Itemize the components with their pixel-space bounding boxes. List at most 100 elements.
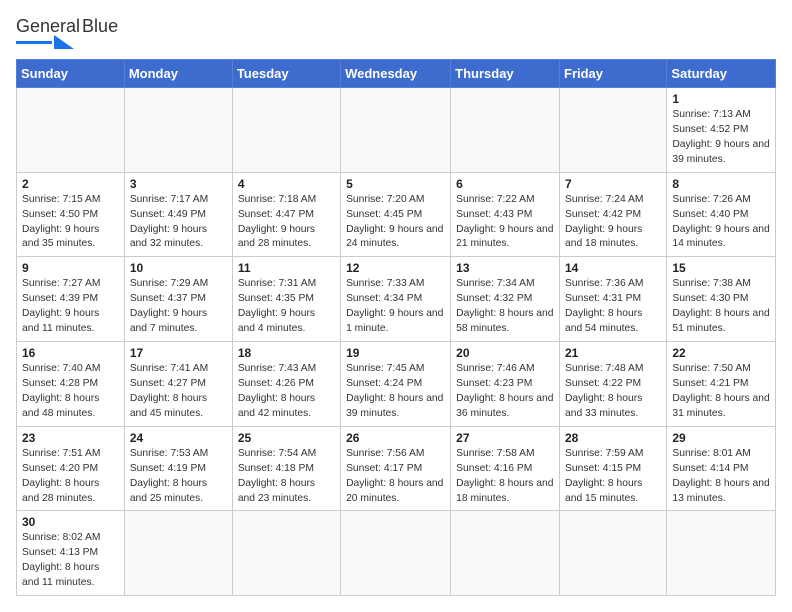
day-info: Sunrise: 7:51 AMSunset: 4:20 PMDaylight:… [22,447,119,507]
day-number: 3 [130,177,227,191]
day-number: 12 [346,261,445,275]
day-cell: 3 Sunrise: 7:17 AMSunset: 4:49 PMDaylight… [124,172,232,257]
day-cell: 9 Sunrise: 7:27 AMSunset: 4:39 PMDaylight… [17,257,125,342]
day-info: Sunrise: 7:34 AMSunset: 4:32 PMDaylight:… [456,277,554,337]
day-info: Sunrise: 7:17 AMSunset: 4:49 PMDaylight:… [130,193,227,253]
day-number: 28 [565,431,661,445]
day-number: 1 [672,92,770,106]
day-number: 5 [346,177,445,191]
day-number: 19 [346,346,445,360]
logo-general: General [16,16,80,37]
day-cell [341,88,451,173]
calendar-body: 1 Sunrise: 7:13 AMSunset: 4:52 PMDaylight… [17,88,776,596]
day-cell: 5 Sunrise: 7:20 AMSunset: 4:45 PMDaylight… [341,172,451,257]
day-number: 7 [565,177,661,191]
day-info: Sunrise: 7:20 AMSunset: 4:45 PMDaylight:… [346,193,445,253]
day-cell: 1 Sunrise: 7:13 AMSunset: 4:52 PMDaylight… [667,88,776,173]
day-number: 23 [22,431,119,445]
day-info: Sunrise: 7:18 AMSunset: 4:47 PMDaylight:… [238,193,335,253]
day-cell: 30 Sunrise: 8:02 AMSunset: 4:13 PMDayligh… [17,511,125,596]
calendar-table: SundayMondayTuesdayWednesdayThursdayFrid… [16,59,776,596]
day-number: 4 [238,177,335,191]
day-info: Sunrise: 7:31 AMSunset: 4:35 PMDaylight:… [238,277,335,337]
header-cell-sunday: Sunday [17,60,125,88]
day-cell [341,511,451,596]
week-row-5: 30 Sunrise: 8:02 AMSunset: 4:13 PMDayligh… [17,511,776,596]
day-number: 6 [456,177,554,191]
day-info: Sunrise: 7:29 AMSunset: 4:37 PMDaylight:… [130,277,227,337]
day-cell: 18 Sunrise: 7:43 AMSunset: 4:26 PMDayligh… [232,342,340,427]
day-cell: 17Sunrise: 7:41 AMSunset: 4:27 PMDayligh… [124,342,232,427]
day-number: 22 [672,346,770,360]
day-cell: 12Sunrise: 7:33 AMSunset: 4:34 PMDayligh… [341,257,451,342]
day-info: Sunrise: 7:43 AMSunset: 4:26 PMDaylight:… [238,362,335,422]
week-row-3: 16 Sunrise: 7:40 AMSunset: 4:28 PMDayligh… [17,342,776,427]
day-info: Sunrise: 7:26 AMSunset: 4:40 PMDaylight:… [672,193,770,253]
day-info: Sunrise: 7:45 AMSunset: 4:24 PMDaylight:… [346,362,445,422]
day-number: 8 [672,177,770,191]
day-info: Sunrise: 7:59 AMSunset: 4:15 PMDaylight:… [565,447,661,507]
day-number: 18 [238,346,335,360]
day-number: 30 [22,515,119,529]
day-cell: 24 Sunrise: 7:53 AMSunset: 4:19 PMDayligh… [124,426,232,511]
week-row-1: 2Sunrise: 7:15 AMSunset: 4:50 PMDaylight… [17,172,776,257]
day-cell: 20Sunrise: 7:46 AMSunset: 4:23 PMDayligh… [451,342,560,427]
day-cell: 25 Sunrise: 7:54 AMSunset: 4:18 PMDayligh… [232,426,340,511]
day-cell: 28 Sunrise: 7:59 AMSunset: 4:15 PMDayligh… [560,426,667,511]
day-cell [17,88,125,173]
day-info: Sunrise: 7:50 AMSunset: 4:21 PMDaylight:… [672,362,770,422]
day-info: Sunrise: 7:54 AMSunset: 4:18 PMDaylight:… [238,447,335,507]
week-row-2: 9 Sunrise: 7:27 AMSunset: 4:39 PMDaylight… [17,257,776,342]
day-cell: 2Sunrise: 7:15 AMSunset: 4:50 PMDaylight… [17,172,125,257]
day-cell [232,511,340,596]
day-cell [560,511,667,596]
day-number: 16 [22,346,119,360]
day-cell: 10 Sunrise: 7:29 AMSunset: 4:37 PMDayligh… [124,257,232,342]
day-cell: 11Sunrise: 7:31 AMSunset: 4:35 PMDayligh… [232,257,340,342]
day-info: Sunrise: 7:53 AMSunset: 4:19 PMDaylight:… [130,447,227,507]
day-info: Sunrise: 7:22 AMSunset: 4:43 PMDaylight:… [456,193,554,253]
day-info: Sunrise: 7:27 AMSunset: 4:39 PMDaylight:… [22,277,119,337]
day-cell: 21Sunrise: 7:48 AMSunset: 4:22 PMDayligh… [560,342,667,427]
day-info: Sunrise: 7:58 AMSunset: 4:16 PMDaylight:… [456,447,554,507]
day-cell: 15Sunrise: 7:38 AMSunset: 4:30 PMDayligh… [667,257,776,342]
day-info: Sunrise: 8:02 AMSunset: 4:13 PMDaylight:… [22,531,119,591]
day-number: 10 [130,261,227,275]
day-number: 2 [22,177,119,191]
day-number: 20 [456,346,554,360]
day-number: 27 [456,431,554,445]
day-number: 26 [346,431,445,445]
header-cell-thursday: Thursday [451,60,560,88]
day-number: 13 [456,261,554,275]
header-cell-wednesday: Wednesday [341,60,451,88]
day-number: 9 [22,261,119,275]
header-cell-saturday: Saturday [667,60,776,88]
day-info: Sunrise: 8:01 AMSunset: 4:14 PMDaylight:… [672,447,770,507]
day-cell: 29 Sunrise: 8:01 AMSunset: 4:14 PMDayligh… [667,426,776,511]
header-cell-monday: Monday [124,60,232,88]
day-cell [451,511,560,596]
logo: General Blue [16,16,118,49]
day-cell: 27 Sunrise: 7:58 AMSunset: 4:16 PMDayligh… [451,426,560,511]
day-cell [232,88,340,173]
day-cell: 13 Sunrise: 7:34 AMSunset: 4:32 PMDayligh… [451,257,560,342]
header-cell-friday: Friday [560,60,667,88]
week-row-4: 23 Sunrise: 7:51 AMSunset: 4:20 PMDayligh… [17,426,776,511]
day-info: Sunrise: 7:40 AMSunset: 4:28 PMDaylight:… [22,362,119,422]
day-cell [667,511,776,596]
day-number: 29 [672,431,770,445]
day-info: Sunrise: 7:48 AMSunset: 4:22 PMDaylight:… [565,362,661,422]
day-cell [124,88,232,173]
header: General Blue [16,16,776,49]
day-cell [124,511,232,596]
day-number: 17 [130,346,227,360]
day-number: 25 [238,431,335,445]
day-info: Sunrise: 7:38 AMSunset: 4:30 PMDaylight:… [672,277,770,337]
day-cell: 16 Sunrise: 7:40 AMSunset: 4:28 PMDayligh… [17,342,125,427]
day-cell: 6 Sunrise: 7:22 AMSunset: 4:43 PMDaylight… [451,172,560,257]
day-info: Sunrise: 7:13 AMSunset: 4:52 PMDaylight:… [672,108,770,168]
logo-blue: Blue [82,16,118,37]
day-info: Sunrise: 7:24 AMSunset: 4:42 PMDaylight:… [565,193,661,253]
day-number: 24 [130,431,227,445]
day-cell: 7 Sunrise: 7:24 AMSunset: 4:42 PMDaylight… [560,172,667,257]
